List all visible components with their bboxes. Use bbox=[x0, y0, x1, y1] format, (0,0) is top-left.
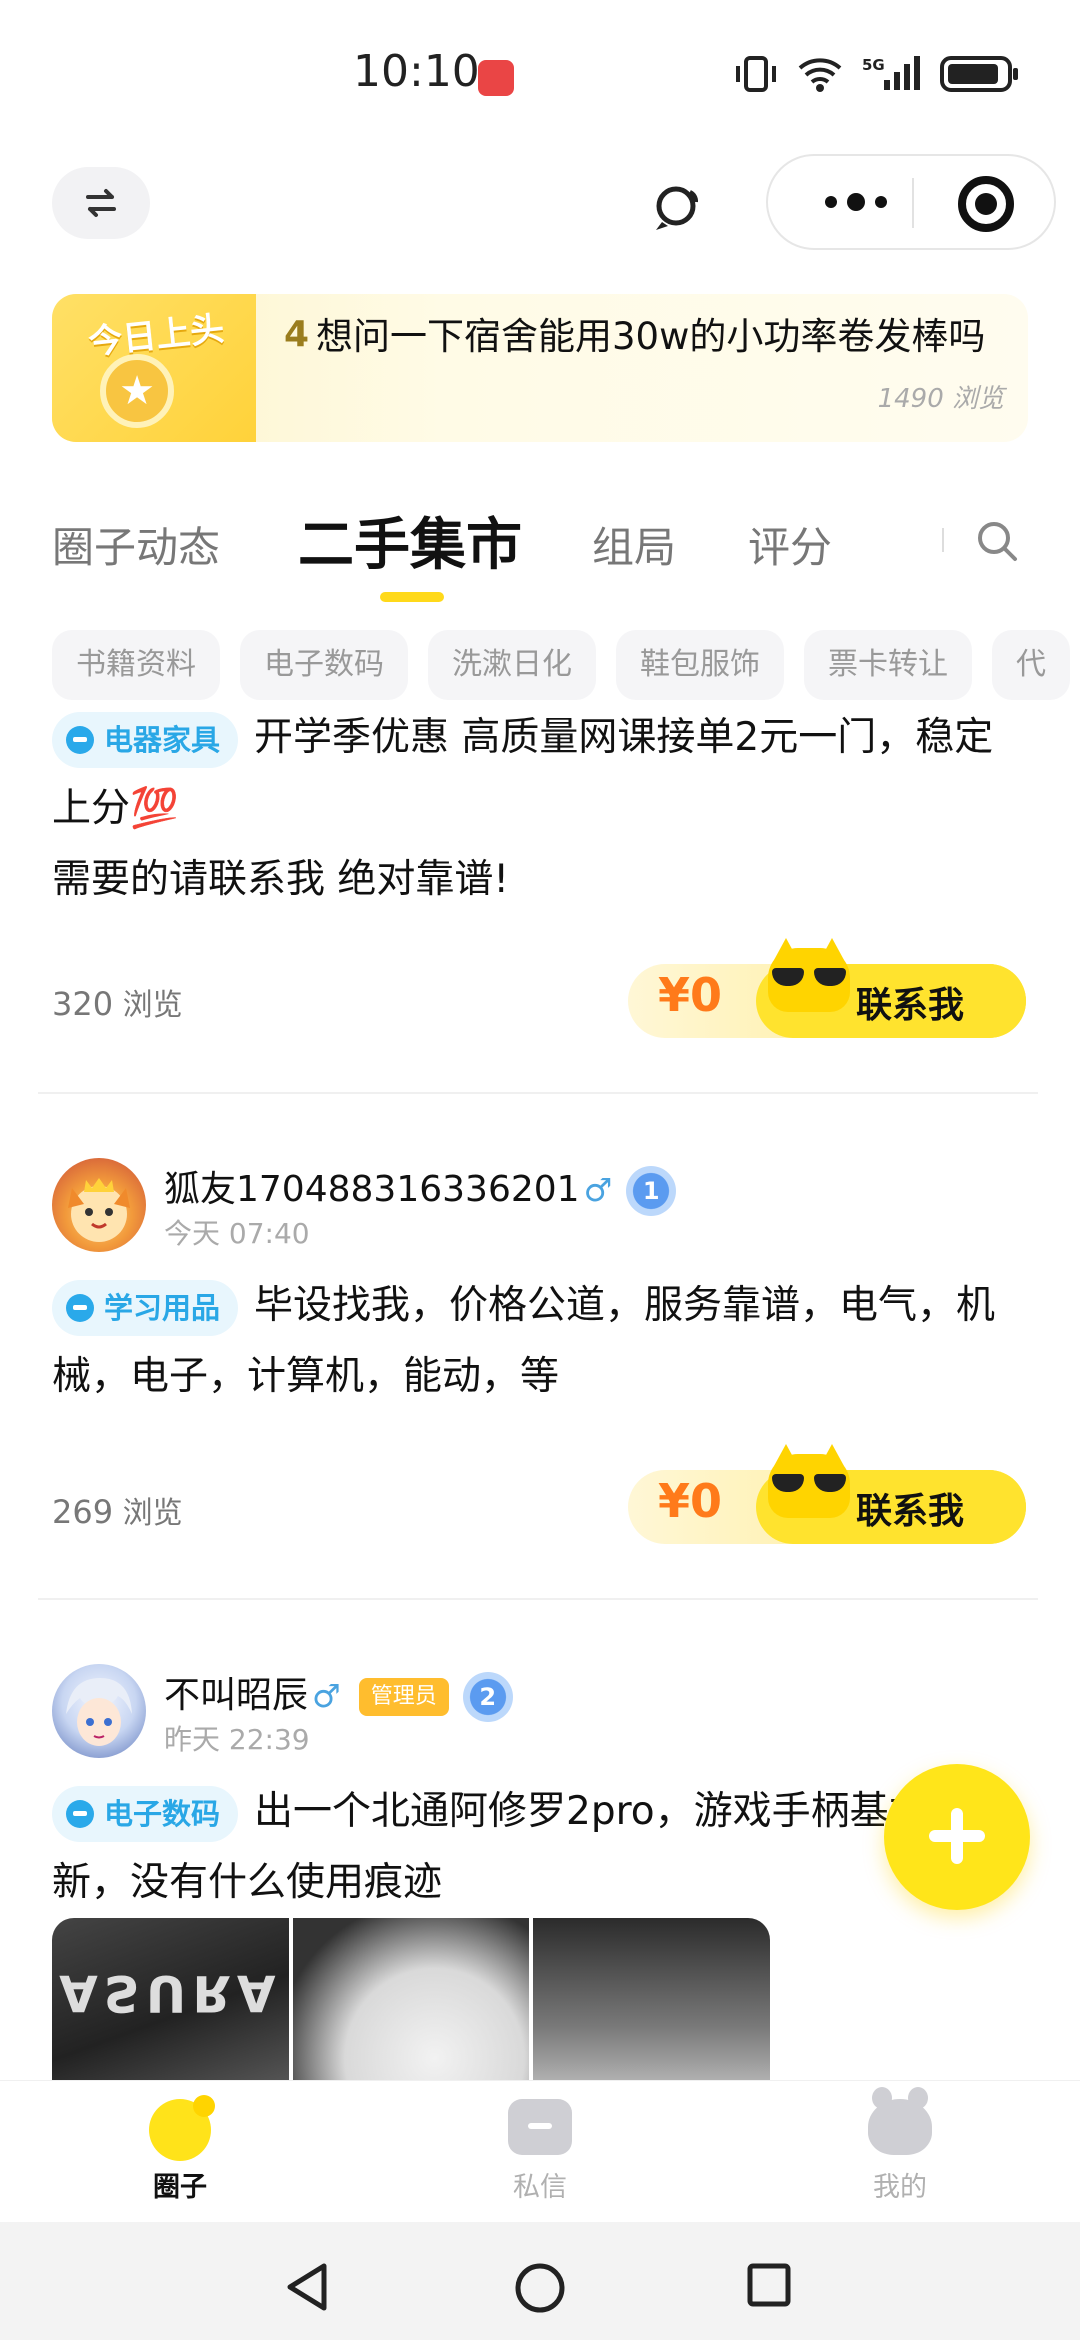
tab-second-hand[interactable]: 二手集市 bbox=[298, 500, 522, 581]
profile-icon bbox=[868, 2087, 932, 2155]
circle-icon bbox=[149, 2095, 215, 2161]
bottom-tab-label: 我的 bbox=[873, 2172, 927, 2203]
price-contact-row: ¥0 联系我 bbox=[628, 938, 1026, 1038]
recents-square-icon bbox=[747, 2263, 791, 2307]
post-image[interactable] bbox=[533, 1918, 770, 2080]
headline-text: 想问一下宿舍能用30w的小功率卷发棒吗 bbox=[316, 315, 986, 358]
status-time: 10:10 bbox=[353, 46, 480, 97]
anime-avatar-icon bbox=[66, 1678, 132, 1746]
message-icon bbox=[508, 2099, 572, 2155]
bottom-tab-label: 私信 bbox=[513, 2172, 567, 2203]
status-bar: 10:10 5G bbox=[0, 0, 1080, 150]
badge-text: 今日上头 bbox=[86, 308, 227, 363]
tab-rating[interactable]: 评分 bbox=[748, 514, 832, 575]
post-text: 学习用品 毕设找我，价格公道，服务靠谱，电气，机械，电子，计算机，能动，等 bbox=[52, 1270, 1012, 1412]
back-button[interactable] bbox=[284, 2262, 332, 2316]
vibrate-icon bbox=[734, 54, 778, 98]
chat-bubble-icon bbox=[656, 186, 698, 230]
system-navigation-bar bbox=[0, 2222, 1080, 2340]
post-image[interactable]: ASURA bbox=[52, 1918, 289, 2080]
chip-more[interactable]: 代 bbox=[992, 630, 1070, 700]
post-time: 昨天 22:39 bbox=[164, 1723, 310, 1756]
create-post-button[interactable] bbox=[884, 1764, 1030, 1910]
bottom-tab-messages[interactable]: 私信 bbox=[440, 2099, 640, 2204]
chip-toiletries[interactable]: 洗漱日化 bbox=[428, 630, 596, 700]
bottom-tab-label: 圈子 bbox=[153, 2172, 207, 2203]
notification-badge-icon bbox=[478, 60, 514, 96]
post-time: 今天 07:40 bbox=[164, 1217, 310, 1250]
level-badge: 1 bbox=[626, 1166, 677, 1216]
sunglasses-icon bbox=[772, 968, 846, 988]
bottom-tab-me[interactable]: 我的 bbox=[800, 2087, 1000, 2204]
wifi-icon bbox=[796, 54, 844, 98]
tab-group-up[interactable]: 组局 bbox=[592, 514, 676, 575]
mini-program-capsule bbox=[766, 154, 1056, 250]
post-tag[interactable]: 电器家具 bbox=[52, 711, 239, 768]
male-icon: ♂ bbox=[312, 1677, 341, 1715]
contact-label[interactable]: 联系我 bbox=[856, 1482, 964, 1534]
chip-electronics[interactable]: 电子数码 bbox=[240, 630, 408, 700]
bottom-tab-bar: 圈子 私信 我的 bbox=[0, 2080, 1080, 2222]
star-trophy-icon: ★ bbox=[100, 354, 174, 428]
more-dots-icon bbox=[825, 196, 837, 208]
tag-icon bbox=[66, 725, 94, 754]
headline-banner[interactable]: 今日上头 ★ 4 想问一下宿舍能用30w的小功率卷发棒吗 1490 浏览 bbox=[52, 294, 1028, 442]
back-triangle-icon bbox=[287, 2263, 327, 2311]
category-tabs: 圈子动态 二手集市 组局 评分 bbox=[52, 500, 1032, 610]
post-tag[interactable]: 电子数码 bbox=[52, 1785, 239, 1842]
more-button[interactable] bbox=[808, 182, 904, 222]
sunglasses-icon bbox=[772, 1474, 846, 1494]
tag-icon bbox=[66, 1293, 94, 1322]
price-label: ¥0 bbox=[658, 968, 723, 1022]
post-tag[interactable]: 学习用品 bbox=[52, 1279, 239, 1336]
signal-icon: 5G bbox=[862, 54, 922, 98]
chip-shoes-bags[interactable]: 鞋包服饰 bbox=[616, 630, 784, 700]
avatar[interactable] bbox=[52, 1158, 146, 1252]
switch-circle-button[interactable] bbox=[52, 167, 150, 239]
headline-views: 1490 浏览 bbox=[877, 384, 1004, 414]
svg-text:5G: 5G bbox=[862, 56, 885, 74]
today-hot-badge: 今日上头 ★ bbox=[52, 294, 256, 442]
price-label: ¥0 bbox=[658, 1474, 723, 1528]
image-caption: ASURA bbox=[59, 1964, 282, 2022]
male-icon: ♂ bbox=[583, 1171, 613, 1209]
contact-label[interactable]: 联系我 bbox=[856, 976, 964, 1028]
active-tab-indicator bbox=[380, 592, 444, 602]
chip-tickets[interactable]: 票卡转让 bbox=[804, 630, 972, 700]
close-target-icon[interactable] bbox=[958, 176, 1014, 232]
chat-button[interactable] bbox=[646, 178, 706, 238]
view-count: 269 浏览 bbox=[52, 1493, 183, 1531]
search-button[interactable] bbox=[974, 518, 1020, 564]
post-text: 电器家具 开学季优惠 高质量网课接单2元一门，稳定上分💯 需要的请联系我 绝对靠谱… bbox=[52, 708, 1012, 915]
battery-icon bbox=[940, 54, 1020, 98]
swap-arrows-icon bbox=[86, 189, 116, 217]
price-contact-row: ¥0 联系我 bbox=[628, 1444, 1026, 1544]
admin-badge: 管理员 bbox=[358, 1678, 449, 1716]
username[interactable]: 狐友170488316336201 ♂ 1 bbox=[164, 1160, 677, 1216]
bottom-tab-circle[interactable]: 圈子 bbox=[80, 2095, 280, 2204]
recents-button[interactable] bbox=[746, 2262, 792, 2312]
subcategory-chips: 书籍资料 电子数码 洗漱日化 鞋包服饰 票卡转让代 bbox=[52, 630, 1080, 702]
post-images[interactable]: ASURA bbox=[52, 1918, 770, 2080]
status-icons: 5G bbox=[734, 54, 1020, 98]
tab-circle-feed[interactable]: 圈子动态 bbox=[52, 514, 220, 575]
home-button[interactable] bbox=[514, 2262, 566, 2318]
post-text: 电子数码 出一个北通阿修罗2pro，游戏手柄基本全新，没有什么使用痕迹 bbox=[52, 1776, 1012, 1918]
chip-books[interactable]: 书籍资料 bbox=[52, 630, 220, 700]
view-count: 320 浏览 bbox=[52, 985, 183, 1023]
search-icon bbox=[978, 522, 1017, 561]
level-badge: 2 bbox=[462, 1672, 513, 1722]
fox-avatar-icon bbox=[68, 1178, 130, 1242]
post-image[interactable] bbox=[292, 1918, 530, 2080]
username[interactable]: 不叫昭辰 ♂ 管理员 2 bbox=[164, 1666, 513, 1722]
home-circle-icon bbox=[515, 2263, 565, 2313]
tag-icon bbox=[66, 1799, 94, 1828]
headline-rank: 4 bbox=[284, 314, 310, 355]
avatar[interactable] bbox=[52, 1664, 146, 1758]
